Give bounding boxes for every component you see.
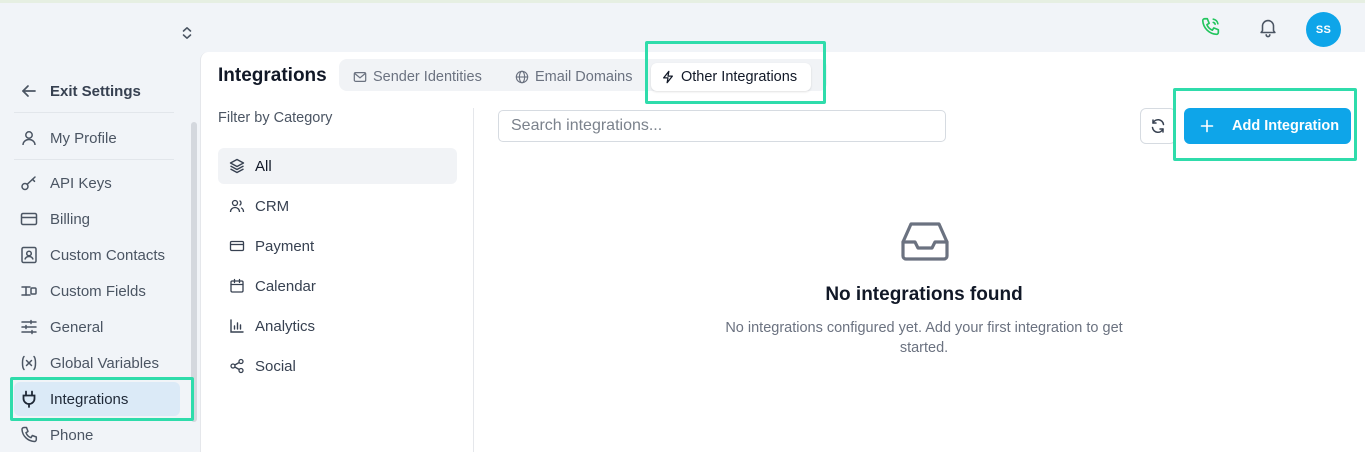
add-integration-label: Add Integration [1232, 118, 1340, 134]
phone-icon[interactable] [1200, 16, 1222, 38]
column-divider [473, 108, 474, 452]
sidebar-item-global-variables[interactable]: Global Variables [14, 346, 180, 380]
add-integration-button[interactable]: Add Integration [1184, 108, 1351, 144]
mail-icon [353, 72, 367, 82]
fields-icon [21, 286, 37, 296]
credit-card-icon [20, 212, 38, 226]
integrations-panel: Integrations Sender Identities Email Dom… [200, 52, 1365, 452]
sidebar-item-custom-fields[interactable]: Custom Fields [14, 274, 180, 308]
sidebar-item-label: Custom Fields [50, 282, 146, 300]
exit-settings-link[interactable]: Exit Settings [14, 74, 180, 108]
tab-email-domains[interactable]: Email Domains [515, 63, 633, 91]
sidebar-scrollbar[interactable] [191, 122, 197, 422]
avatar[interactable]: SS [1306, 12, 1341, 47]
sidebar-item-phone[interactable]: Phone [14, 418, 180, 452]
category-label: All [255, 157, 272, 175]
category-all[interactable]: All [218, 148, 457, 184]
plug-icon [22, 390, 36, 408]
refresh-icon [1151, 118, 1165, 134]
sidebar-item-label: API Keys [50, 174, 112, 192]
sidebar-item-label: Billing [50, 210, 91, 228]
search-input[interactable] [498, 110, 946, 142]
sidebar-item-my-profile[interactable]: My Profile [14, 121, 180, 155]
sidebar-item-general[interactable]: General [14, 310, 180, 344]
sliders-icon [21, 319, 37, 335]
category-label: Analytics [255, 317, 316, 335]
users-icon [229, 199, 245, 213]
bar-chart-icon [230, 319, 244, 333]
category-label: Calendar [255, 277, 316, 295]
exit-settings-label: Exit Settings [50, 82, 141, 100]
category-label: Payment [255, 237, 315, 255]
sidebar-item-label: Global Variables [50, 354, 159, 372]
tab-sender-identities[interactable]: Sender Identities [353, 63, 482, 91]
page-title: Integrations [218, 65, 327, 86]
user-icon [22, 131, 36, 146]
variable-icon [21, 355, 37, 371]
refresh-button[interactable] [1140, 108, 1176, 144]
sidebar-item-billing[interactable]: Billing [14, 202, 180, 236]
sidebar-item-custom-contacts[interactable]: Custom Contacts [14, 238, 180, 272]
settings-sidebar: Exit Settings My Profile API Keys Billin… [0, 52, 200, 452]
category-analytics[interactable]: Analytics [218, 308, 457, 344]
tab-label: Email Domains [535, 69, 633, 85]
contact-card-icon [21, 246, 37, 264]
sidebar-item-api-keys[interactable]: API Keys [14, 166, 180, 200]
credit-card-icon [229, 240, 245, 252]
inbox-icon [901, 222, 949, 261]
category-calendar[interactable]: Calendar [218, 268, 457, 304]
zap-icon [663, 70, 673, 84]
category-payment[interactable]: Payment [218, 228, 457, 264]
phone-icon [21, 426, 38, 443]
plus-icon [1200, 119, 1214, 133]
empty-state-title: No integrations found [825, 284, 1023, 305]
tab-bar: Sender Identities Email Domains Other In… [339, 59, 827, 91]
arrow-left-icon [22, 85, 36, 97]
filter-label: Filter by Category [218, 110, 333, 126]
sidebar-divider [14, 159, 174, 160]
key-icon [21, 176, 36, 191]
category-crm[interactable]: CRM [218, 188, 457, 224]
share-icon [230, 358, 244, 374]
sidebar-item-label: Phone [50, 426, 94, 444]
tab-label: Other Integrations [681, 69, 798, 85]
layers-icon [229, 158, 245, 174]
category-label: Social [255, 357, 296, 375]
tab-other-integrations[interactable]: Other Integrations [651, 63, 812, 91]
chevron-up-down-icon[interactable] [178, 24, 196, 42]
sidebar-divider [14, 112, 174, 113]
calendar-icon [230, 278, 244, 293]
sidebar-item-label: Integrations [50, 390, 129, 408]
top-accent-line [0, 0, 1365, 3]
bell-icon[interactable] [1257, 16, 1279, 38]
category-label: CRM [255, 197, 290, 215]
globe-icon [515, 70, 529, 84]
category-social[interactable]: Social [218, 348, 457, 384]
tab-label: Sender Identities [373, 69, 482, 85]
sidebar-item-label: My Profile [50, 129, 117, 147]
empty-state-text: No integrations configured yet. Add your… [725, 320, 1123, 356]
sidebar-item-integrations[interactable]: Integrations [14, 382, 180, 416]
sidebar-item-label: General [50, 318, 104, 336]
sidebar-item-label: Custom Contacts [50, 246, 166, 264]
